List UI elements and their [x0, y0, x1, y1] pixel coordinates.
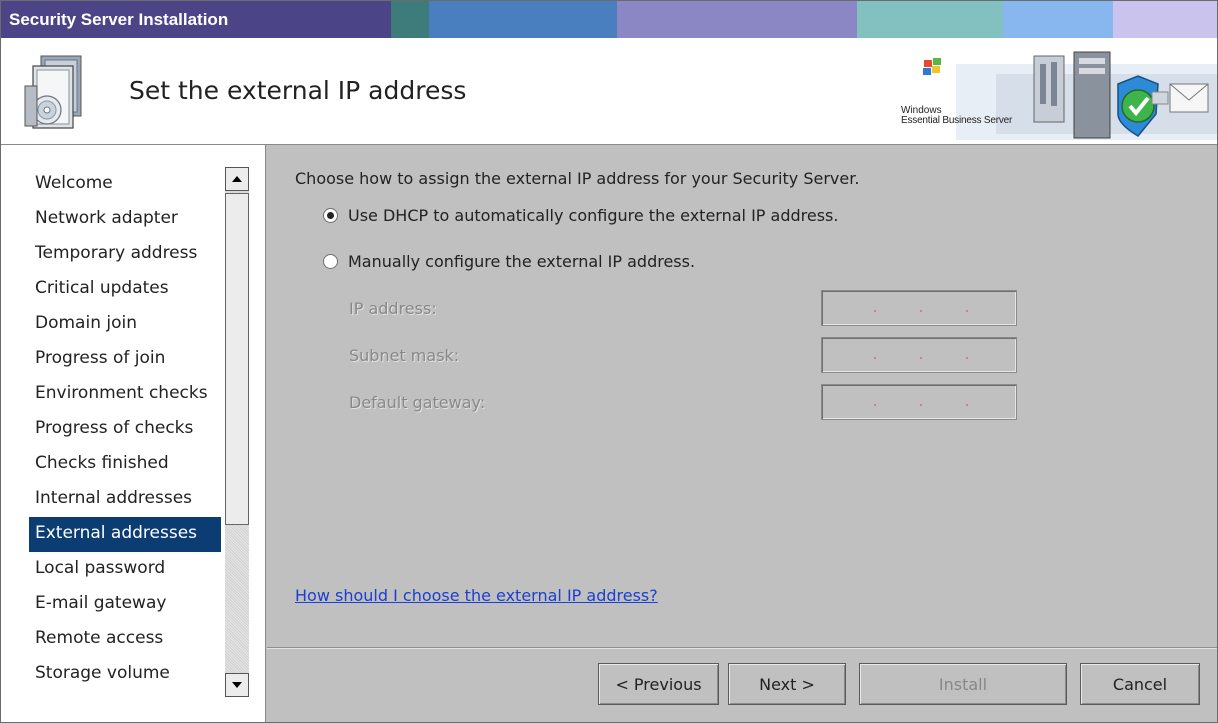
- nav-item[interactable]: Local password: [29, 552, 221, 587]
- nav-item[interactable]: Environment checks: [29, 377, 221, 412]
- window-title: Security Server Installation: [9, 10, 229, 29]
- arrow-down-icon: [232, 682, 242, 688]
- dhcp-radio[interactable]: [323, 207, 338, 223]
- installation-package-icon: [24, 55, 82, 129]
- scroll-thumb[interactable]: [225, 193, 249, 525]
- radio-selected-dot: [327, 211, 334, 219]
- arrow-up-icon: [232, 176, 242, 182]
- installer-window: Security Server Installation Set the ext…: [0, 0, 1218, 723]
- title-band: [617, 1, 857, 38]
- nav-item[interactable]: Domain join: [29, 307, 221, 342]
- subnet-mask-label: Subnet mask:: [349, 346, 460, 365]
- cancel-button[interactable]: Cancel: [1080, 663, 1200, 705]
- manual-option[interactable]: Manually configure the external IP addre…: [323, 249, 695, 273]
- default-gateway-label: Default gateway:: [349, 393, 486, 412]
- dhcp-option-label[interactable]: Use DHCP to automatically configure the …: [348, 206, 838, 225]
- wizard-steps-list: Welcome Network adapter Temporary address C…: [29, 167, 221, 692]
- title-band: [857, 1, 1003, 38]
- previous-button[interactable]: < Previous: [598, 663, 719, 705]
- help-link[interactable]: How should I choose the external IP addr…: [295, 586, 658, 605]
- nav-item[interactable]: Internal addresses: [29, 482, 221, 517]
- dhcp-option[interactable]: Use DHCP to automatically configure the …: [323, 203, 838, 227]
- nav-item[interactable]: External addresses: [29, 517, 221, 552]
- ip-address-field[interactable]: [821, 290, 1017, 326]
- title-band: [429, 1, 617, 38]
- nav-item[interactable]: E-mail gateway: [29, 587, 221, 622]
- nav-item[interactable]: Remote access: [29, 622, 221, 657]
- wizard-steps-pane: Welcome Network adapter Temporary address C…: [1, 145, 266, 722]
- nav-item[interactable]: Storage volume: [29, 657, 221, 692]
- next-button[interactable]: Next >: [728, 663, 846, 705]
- wizard-content: Choose how to assign the external IP add…: [267, 145, 1217, 722]
- title-band: [1113, 1, 1217, 38]
- nav-item[interactable]: Progress of checks: [29, 412, 221, 447]
- nav-item[interactable]: Temporary address: [29, 237, 221, 272]
- steps-scrollbar[interactable]: [225, 167, 249, 697]
- brand-line-ebs: Essential Business Server: [901, 115, 1013, 126]
- title-bar: Security Server Installation: [1, 1, 1217, 38]
- brand-logo-text: Windows Essential Business Server: [901, 106, 1012, 126]
- nav-item[interactable]: Checks finished: [29, 447, 221, 482]
- subnet-mask-field[interactable]: [821, 337, 1017, 373]
- nav-item[interactable]: Progress of join: [29, 342, 221, 377]
- nav-item[interactable]: Network adapter: [29, 202, 221, 237]
- nav-item[interactable]: Critical updates: [29, 272, 221, 307]
- wizard-header: Set the external IP address Windows Esse…: [1, 38, 1217, 145]
- server-tools-icon: [1033, 55, 1065, 123]
- page-title: Set the external IP address: [129, 76, 467, 105]
- manual-option-label[interactable]: Manually configure the external IP addre…: [348, 252, 695, 271]
- nav-item[interactable]: Welcome: [29, 167, 221, 202]
- server-tower-icon: [1073, 51, 1111, 139]
- default-gateway-field[interactable]: [821, 384, 1017, 420]
- install-button[interactable]: Install: [859, 663, 1067, 705]
- title-band: [391, 1, 429, 38]
- scroll-up-button[interactable]: [225, 167, 249, 191]
- ip-address-label: IP address:: [349, 299, 437, 318]
- scroll-down-button[interactable]: [225, 673, 249, 697]
- windows-flag-icon: [923, 58, 941, 75]
- title-band: [1003, 1, 1113, 38]
- instruction-text: Choose how to assign the external IP add…: [295, 169, 860, 188]
- manual-radio[interactable]: [323, 253, 338, 269]
- button-divider: [267, 647, 1217, 649]
